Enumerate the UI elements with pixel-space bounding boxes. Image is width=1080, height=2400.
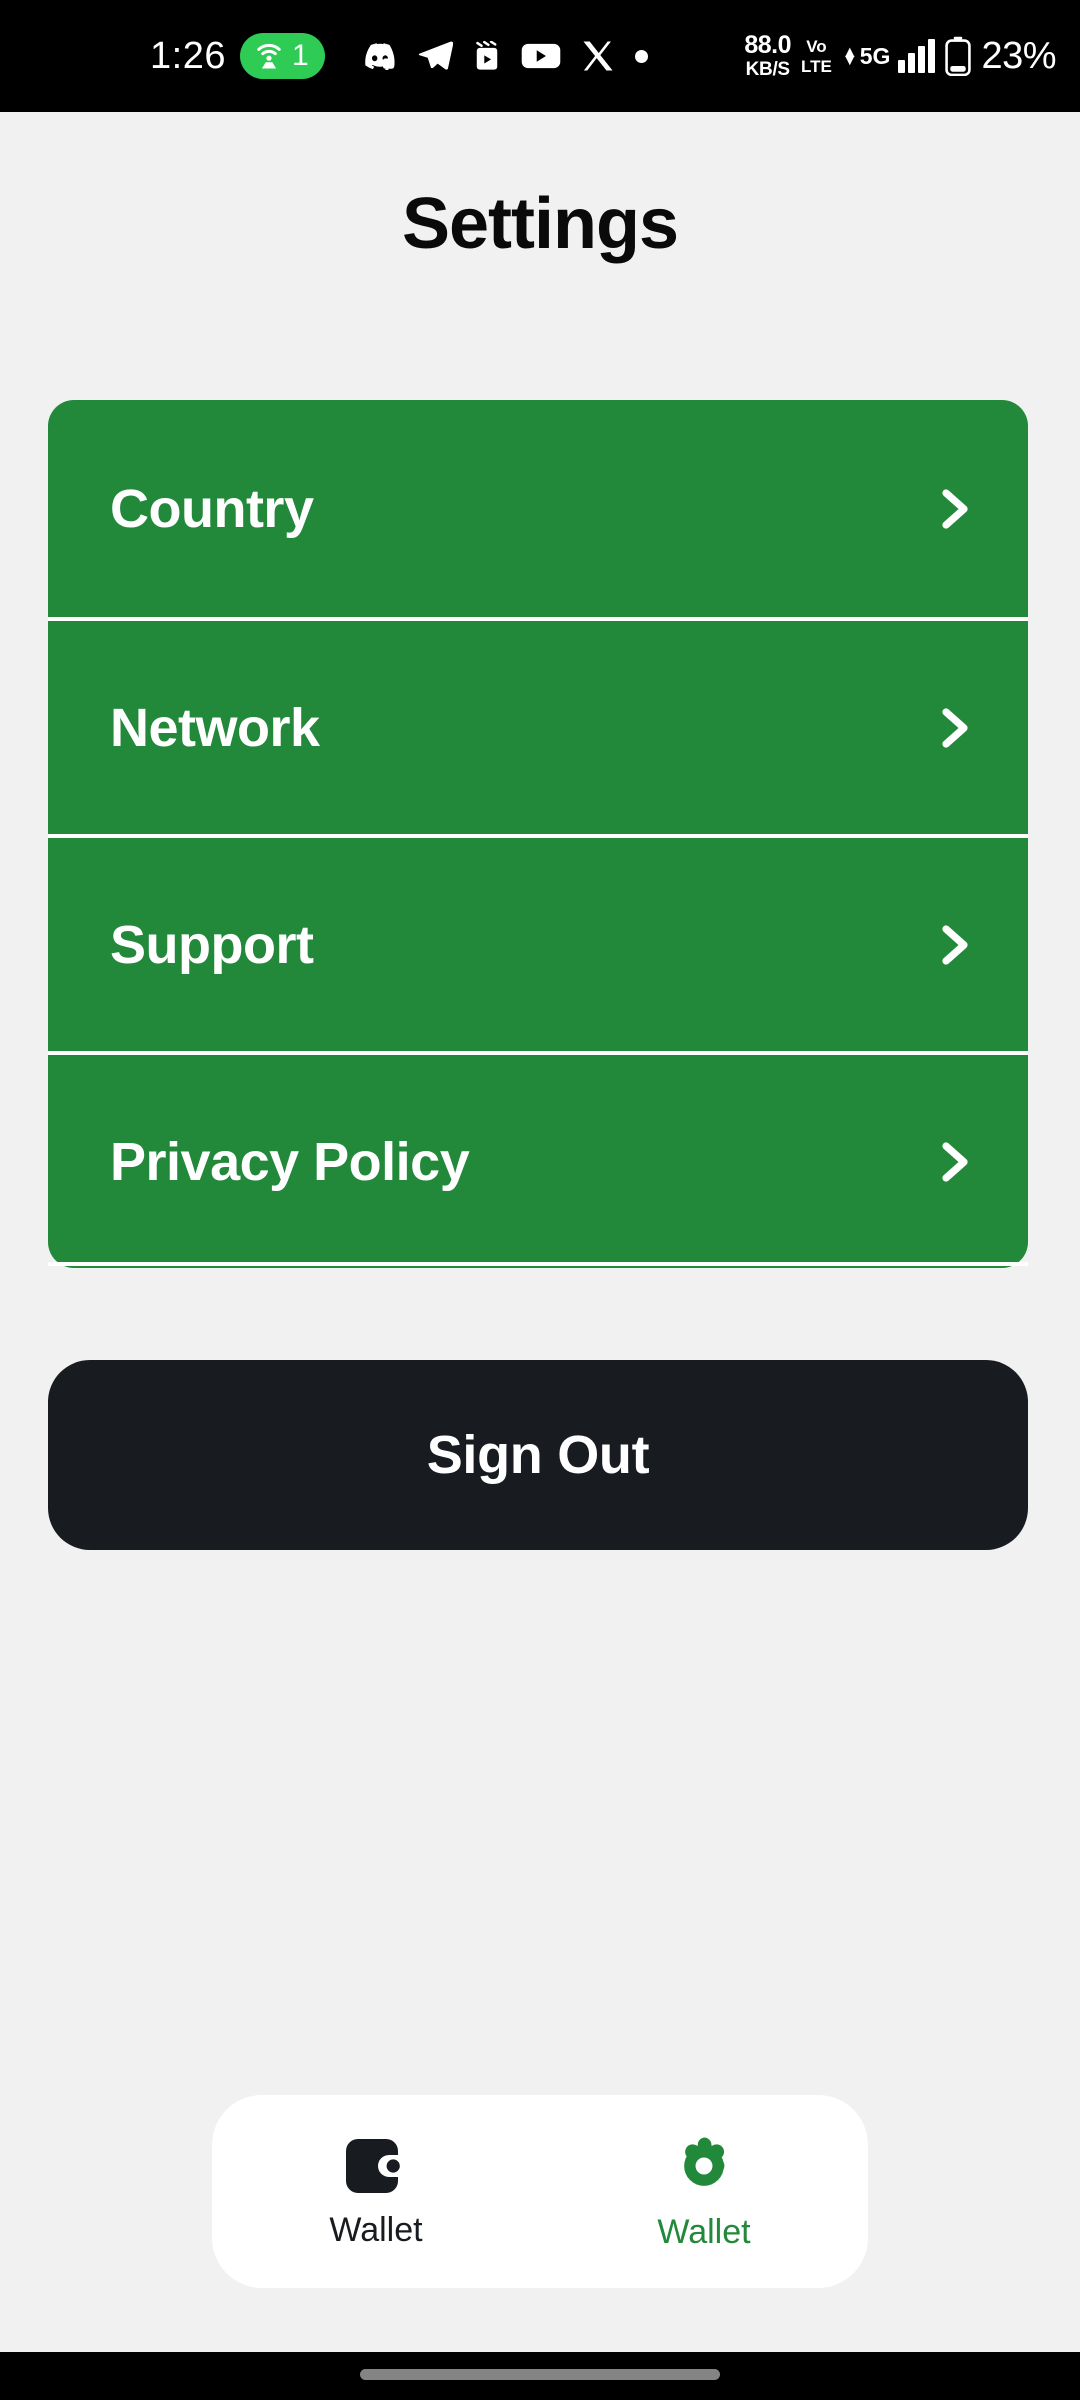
status-bar: 1:26 1 88.0 KB/S Vo LTE ▲ ▼ 5G 23% <box>0 0 1080 112</box>
sign-out-label: Sign Out <box>426 1425 650 1485</box>
network-type-label: 5G <box>859 42 891 69</box>
network-speed-value: 88.0 <box>744 31 792 59</box>
network-type-indicator: ▲ ▼ 5G <box>841 42 891 70</box>
data-transfer-arrows-icon: ▲ ▼ <box>841 43 858 70</box>
settings-row-network[interactable]: Network <box>48 617 1028 834</box>
settings-row-privacy-policy[interactable]: Privacy Policy <box>48 1051 1028 1268</box>
nav-item-wallet[interactable]: Wallet <box>212 2095 540 2288</box>
x-twitter-icon <box>583 41 613 71</box>
status-bar-right: 88.0 KB/S Vo LTE ▲ ▼ 5G 23% <box>744 31 1080 80</box>
volte-line2: LTE <box>801 56 832 76</box>
gesture-handle[interactable] <box>360 2369 720 2380</box>
dot-icon <box>634 49 648 63</box>
settings-list-card: Country Network Support Privacy Policy <box>48 400 1028 1268</box>
settings-row-support[interactable]: Support <box>48 834 1028 1051</box>
network-speed-unit: KB/S <box>745 59 791 80</box>
status-app-icons <box>361 40 648 72</box>
network-speed-indicator: 88.0 KB/S <box>744 31 792 80</box>
page-title: Settings <box>401 184 679 264</box>
chevron-right-icon <box>942 707 968 748</box>
status-bar-left: 1:26 1 <box>0 33 648 79</box>
battery-icon <box>945 36 972 76</box>
clapperboard-icon <box>475 41 497 70</box>
volte-line1: Vo <box>806 36 827 56</box>
hotspot-count: 1 <box>291 39 309 72</box>
telegram-icon <box>418 41 453 70</box>
signal-strength-icon <box>898 39 936 73</box>
battery-percent: 23% <box>981 35 1056 77</box>
wallet-icon <box>346 2138 400 2193</box>
settings-row-label: Network <box>110 697 320 758</box>
hotspot-icon <box>257 44 281 69</box>
chevron-right-icon <box>942 924 968 965</box>
bottom-navigation-bar: Wallet Wallet <box>212 2095 868 2288</box>
volte-indicator: Vo LTE <box>801 38 832 75</box>
sign-out-button[interactable]: Sign Out <box>48 1360 1028 1550</box>
settings-row-label: Support <box>110 914 314 975</box>
nav-item-label: Wallet <box>329 2210 423 2249</box>
settings-row-label: Country <box>110 478 314 539</box>
hotspot-indicator: 1 <box>239 33 325 79</box>
nav-item-settings[interactable]: Wallet <box>540 2095 868 2288</box>
gear-icon <box>684 2136 725 2186</box>
youtube-icon <box>521 43 560 69</box>
status-clock: 1:26 <box>150 35 226 77</box>
chevron-right-icon <box>942 1141 968 1182</box>
nav-item-label: Wallet <box>657 2212 751 2251</box>
settings-card-underline <box>48 1262 1028 1266</box>
gesture-navigation-area <box>0 2352 1080 2400</box>
discord-icon <box>364 43 395 70</box>
settings-row-country[interactable]: Country <box>48 400 1028 617</box>
settings-row-label: Privacy Policy <box>110 1131 470 1192</box>
phone-screen: 1:26 1 88.0 KB/S Vo LTE ▲ ▼ 5G 23% Setti… <box>0 0 1080 2400</box>
chevron-right-icon <box>942 488 968 529</box>
